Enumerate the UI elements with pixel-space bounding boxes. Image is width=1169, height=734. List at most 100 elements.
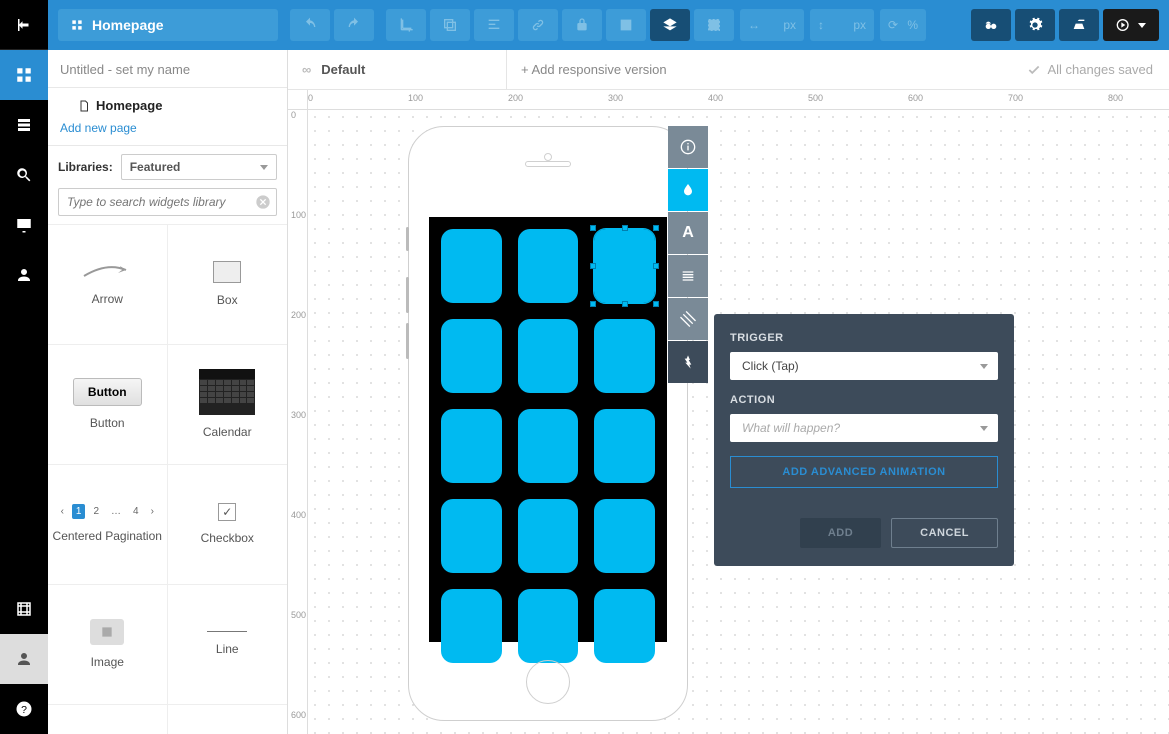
widget-calendar[interactable]: Calendar xyxy=(168,345,288,465)
rail-user-icon[interactable] xyxy=(0,250,48,300)
trigger-value: Click (Tap) xyxy=(742,359,799,373)
layers-button[interactable] xyxy=(650,9,690,41)
logout-icon[interactable] xyxy=(0,0,48,50)
app-icon[interactable] xyxy=(594,589,655,663)
app-icon-selected[interactable] xyxy=(594,229,655,303)
widget-line[interactable]: Line xyxy=(168,585,288,705)
home-button xyxy=(526,660,570,704)
breadcrumb[interactable]: Homepage xyxy=(58,9,278,41)
app-icon[interactable] xyxy=(441,499,502,573)
app-icon[interactable] xyxy=(441,409,502,483)
preview-button[interactable] xyxy=(971,9,1011,41)
app-icon[interactable] xyxy=(518,589,579,663)
project-title[interactable]: Untitled - set my name xyxy=(48,50,287,88)
trigger-select[interactable]: Click (Tap) xyxy=(730,352,998,380)
share-button[interactable] xyxy=(1059,9,1099,41)
widget-grid: Arrow Box Button Button Calendar ‹12…4› … xyxy=(48,224,287,734)
font-icon[interactable]: A xyxy=(668,212,708,254)
page-item[interactable]: Homepage xyxy=(48,88,287,117)
rail-profile-icon[interactable] xyxy=(0,634,48,684)
image-button[interactable] xyxy=(606,9,646,41)
play-button[interactable] xyxy=(1103,9,1159,41)
libraries-select[interactable]: Featured xyxy=(121,154,277,180)
panel-cancel-button[interactable]: CANCEL xyxy=(891,518,998,548)
app-rail: ? xyxy=(0,0,48,734)
widget-search-input[interactable] xyxy=(58,188,277,216)
rail-help-icon[interactable]: ? xyxy=(0,684,48,734)
widget-checkbox[interactable]: ✓ Checkbox xyxy=(168,465,288,585)
breakpoint-default[interactable]: ∞ Default xyxy=(288,50,507,89)
add-page-link[interactable]: Add new page xyxy=(48,117,287,146)
page-name-label: Homepage xyxy=(96,98,162,113)
app-icon[interactable] xyxy=(518,409,579,483)
percent-field[interactable]: ⟳% xyxy=(880,9,926,41)
phone-screen xyxy=(429,217,667,642)
percent-unit: % xyxy=(907,18,918,32)
rail-components-icon[interactable] xyxy=(0,100,48,150)
pattern-icon[interactable] xyxy=(668,298,708,340)
undo-button[interactable] xyxy=(290,9,330,41)
app-icon[interactable] xyxy=(441,229,502,303)
clear-icon[interactable] xyxy=(255,194,271,210)
save-status: All changes saved xyxy=(1011,62,1169,77)
rail-film-icon[interactable] xyxy=(0,584,48,634)
app-icon[interactable] xyxy=(518,319,579,393)
rail-search-icon[interactable] xyxy=(0,150,48,200)
widget-button[interactable]: Button Button xyxy=(48,345,168,465)
widget-pagination[interactable]: ‹12…4› Centered Pagination xyxy=(48,465,168,585)
rail-pages-icon[interactable] xyxy=(0,50,48,100)
width-field[interactable]: ↔px xyxy=(740,9,804,41)
trigger-label: TRIGGER xyxy=(730,332,998,344)
libraries-value: Featured xyxy=(130,160,181,174)
selection-button[interactable] xyxy=(694,9,734,41)
style-toolstrip: A xyxy=(668,126,708,383)
widget-arrow[interactable]: Arrow xyxy=(48,225,168,345)
rail-present-icon[interactable] xyxy=(0,200,48,250)
height-unit: px xyxy=(853,18,866,32)
action-select[interactable]: What will happen? xyxy=(730,414,998,442)
ruler-vertical: 0 100 200 300 400 500 600 xyxy=(288,110,308,734)
widget-image[interactable]: Image xyxy=(48,585,168,705)
width-unit: px xyxy=(783,18,796,32)
stage[interactable]: A TRIGGER Click (Tap) ACTION What will h… xyxy=(308,110,1169,734)
ruler-horizontal: 0 100 200 300 400 500 600 700 800 xyxy=(308,90,1169,110)
widget-chart[interactable] xyxy=(48,705,168,734)
breakpoint-label: Default xyxy=(321,62,365,77)
height-field[interactable]: ↕px xyxy=(810,9,874,41)
breadcrumb-label: Homepage xyxy=(92,17,164,33)
libraries-label: Libraries: xyxy=(58,160,113,174)
canvas: 0 100 200 300 400 500 600 700 800 0 100 … xyxy=(288,90,1169,734)
fill-icon[interactable] xyxy=(668,169,708,211)
phone-frame xyxy=(408,126,688,721)
app-icon[interactable] xyxy=(518,499,579,573)
action-label: ACTION xyxy=(730,394,998,406)
lock-button[interactable] xyxy=(562,9,602,41)
widget-box[interactable]: Box xyxy=(168,225,288,345)
panel-add-button[interactable]: ADD xyxy=(800,518,881,548)
align-button[interactable] xyxy=(474,9,514,41)
topbar: Homepage ↔px ↕px ⟳% xyxy=(48,0,1169,50)
copy-button[interactable] xyxy=(430,9,470,41)
app-icon[interactable] xyxy=(594,409,655,483)
add-responsive-button[interactable]: + Add responsive version xyxy=(507,62,681,77)
settings-button[interactable] xyxy=(1015,9,1055,41)
action-placeholder: What will happen? xyxy=(742,421,840,435)
app-icon[interactable] xyxy=(594,499,655,573)
crop-button[interactable] xyxy=(386,9,426,41)
app-icon[interactable] xyxy=(441,319,502,393)
sidebar: Untitled - set my name Homepage Add new … xyxy=(48,50,288,734)
link-button[interactable] xyxy=(518,9,558,41)
svg-text:?: ? xyxy=(21,704,27,716)
widget-text[interactable]: A xyxy=(168,705,288,734)
lines-icon[interactable] xyxy=(668,255,708,297)
interaction-panel: TRIGGER Click (Tap) ACTION What will hap… xyxy=(714,314,1014,566)
ruler-corner xyxy=(288,90,308,110)
app-icon[interactable] xyxy=(594,319,655,393)
info-icon[interactable] xyxy=(668,126,708,168)
add-advanced-animation-button[interactable]: ADD ADVANCED ANIMATION xyxy=(730,456,998,488)
subheader: ∞ Default + Add responsive version All c… xyxy=(288,50,1169,90)
redo-button[interactable] xyxy=(334,9,374,41)
app-icon[interactable] xyxy=(518,229,579,303)
app-icon[interactable] xyxy=(441,589,502,663)
interaction-icon[interactable] xyxy=(668,341,708,383)
